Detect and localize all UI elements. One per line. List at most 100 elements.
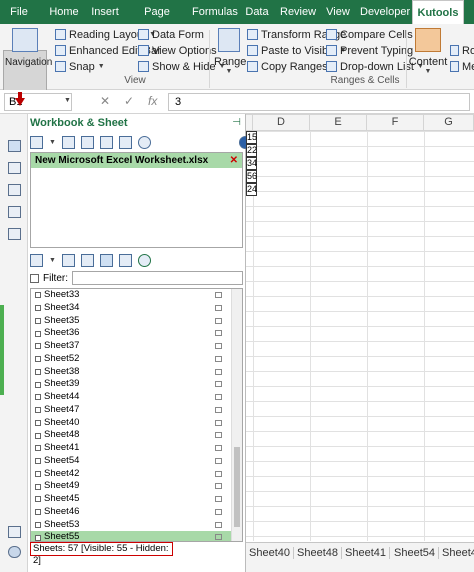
- sort-descending-icon[interactable]: [80, 135, 94, 149]
- sheet-checkbox[interactable]: [35, 445, 41, 452]
- sheet-thumbnail-icon[interactable]: [80, 253, 94, 267]
- sheet-list-item[interactable]: Sheet47: [31, 404, 242, 417]
- sheet-tab[interactable]: Sheet41: [342, 547, 390, 559]
- workbook-item[interactable]: New Microsoft Excel Worksheet.xlsx ✕: [31, 153, 242, 168]
- sheet-list-item[interactable]: Sheet53: [31, 519, 242, 532]
- sheet-checkbox[interactable]: [35, 496, 41, 503]
- column-list-icon[interactable]: [8, 206, 21, 218]
- sheet-checkbox[interactable]: [35, 432, 41, 439]
- column-header-c[interactable]: [246, 114, 253, 131]
- tab-view[interactable]: View: [324, 0, 352, 24]
- chevron-down-icon[interactable]: ▼: [64, 97, 71, 104]
- cell-grid[interactable]: [246, 131, 474, 541]
- tab-kutools[interactable]: Kutools ™: [412, 0, 464, 43]
- sheet-checkbox[interactable]: [35, 394, 41, 401]
- sheet-list-item[interactable]: Sheet48: [31, 429, 242, 442]
- close-icon[interactable]: ✕: [230, 153, 238, 168]
- sheet-list-item[interactable]: Sheet39: [31, 378, 242, 391]
- refresh-icon[interactable]: [137, 253, 151, 267]
- sheet-checkbox[interactable]: [35, 521, 41, 528]
- sheet-list-item[interactable]: Sheet49: [31, 480, 242, 493]
- list-view-icon[interactable]: [30, 253, 43, 267]
- copy-ranges-button[interactable]: Copy Ranges: [247, 59, 328, 74]
- merge-button[interactable]: Me: [450, 59, 474, 74]
- content-button[interactable]: Content ▼: [408, 28, 448, 75]
- sheet-list-item[interactable]: Sheet55: [31, 531, 242, 541]
- sheet-list-item[interactable]: Sheet42: [31, 468, 242, 481]
- sheet-list-item[interactable]: Sheet40: [31, 417, 242, 430]
- sheet-checkbox[interactable]: [35, 381, 41, 388]
- name-manager-icon[interactable]: [8, 184, 21, 196]
- sheet-checkbox[interactable]: [35, 343, 41, 350]
- sheet-checkbox[interactable]: [35, 407, 41, 414]
- sheet-list-item[interactable]: Sheet44: [31, 391, 242, 404]
- chevron-down-icon[interactable]: ▼: [49, 139, 56, 146]
- sheet-list-item[interactable]: Sheet35: [31, 315, 242, 328]
- gear-icon[interactable]: [8, 546, 21, 558]
- cell-c2[interactable]: 22: [246, 144, 257, 157]
- sheet-checkbox[interactable]: [35, 470, 41, 477]
- tab-home[interactable]: Home: [46, 0, 82, 24]
- sheet-list-item[interactable]: Sheet38: [31, 366, 242, 379]
- sheet-list-item[interactable]: Sheet52: [31, 353, 242, 366]
- sheet-checkbox[interactable]: [35, 458, 41, 465]
- range-button[interactable]: Range ▼: [214, 28, 246, 75]
- refresh-icon[interactable]: [137, 135, 151, 149]
- sheet-tab[interactable]: Sheet42: [439, 547, 474, 559]
- sheet-checkbox[interactable]: [35, 292, 41, 299]
- tab-review[interactable]: Review: [280, 0, 316, 24]
- cell-c4[interactable]: 56: [246, 170, 257, 183]
- formula-input[interactable]: 3: [168, 93, 470, 111]
- sheet-list-item[interactable]: Sheet54: [31, 455, 242, 468]
- column-header-f[interactable]: F: [367, 114, 424, 131]
- chevron-down-icon[interactable]: ▼: [49, 257, 56, 264]
- column-header-g[interactable]: G: [424, 114, 474, 131]
- data-form-button[interactable]: Data Form: [138, 27, 204, 42]
- show-hide-button[interactable]: Show & Hide ▼: [138, 59, 226, 74]
- column-header-e[interactable]: E: [310, 114, 367, 131]
- tab-formulas[interactable]: Formulas: [192, 0, 238, 24]
- round-button[interactable]: Ro: [450, 43, 474, 58]
- sort-icon[interactable]: [61, 135, 75, 149]
- close-workbook-icon[interactable]: [99, 135, 113, 149]
- sheet-checkbox[interactable]: [35, 317, 41, 324]
- cell-c5[interactable]: 24: [246, 183, 257, 196]
- rename-icon[interactable]: [118, 253, 132, 267]
- list-view-icon[interactable]: [30, 135, 43, 149]
- sheet-list-item[interactable]: Sheet36: [31, 327, 242, 340]
- sheet-list-item[interactable]: Sheet46: [31, 506, 242, 519]
- enter-icon[interactable]: ✓: [124, 94, 134, 108]
- sheet-tab[interactable]: Sheet48: [294, 547, 342, 559]
- sheet-list-item[interactable]: Sheet45: [31, 493, 242, 506]
- sheet-checkbox[interactable]: [35, 305, 41, 312]
- tab-insert[interactable]: Insert: [88, 0, 122, 24]
- cell-c3[interactable]: 34: [246, 157, 257, 170]
- find-replace-icon[interactable]: [8, 228, 21, 240]
- workbook-sheet-icon[interactable]: [8, 140, 21, 152]
- sheet-list-item[interactable]: Sheet41: [31, 442, 242, 455]
- expand-icon[interactable]: [8, 526, 21, 538]
- tab-data[interactable]: Data: [244, 0, 270, 24]
- sheet-checkbox[interactable]: [35, 368, 41, 375]
- tab-developer[interactable]: Developer: [360, 0, 410, 24]
- cancel-icon[interactable]: ✕: [100, 94, 110, 108]
- sheet-list-item[interactable]: Sheet34: [31, 302, 242, 315]
- tab-file[interactable]: File: [6, 0, 32, 24]
- sheet-list-item[interactable]: Sheet33: [31, 289, 242, 302]
- toggle-hidden-icon[interactable]: [99, 253, 113, 267]
- fx-icon[interactable]: fx: [148, 94, 157, 108]
- filter-input[interactable]: [72, 271, 243, 285]
- autotext-icon[interactable]: [8, 162, 21, 174]
- view-options-button[interactable]: View Options: [138, 43, 217, 58]
- compare-cells-button[interactable]: Compare Cells: [326, 27, 413, 42]
- sheet-checkbox[interactable]: [35, 356, 41, 363]
- sheet-checkbox[interactable]: [35, 483, 41, 490]
- sheet-checkbox[interactable]: [35, 534, 41, 541]
- column-header-d[interactable]: D: [253, 114, 310, 131]
- cell-c1[interactable]: 15: [246, 131, 257, 144]
- sheet-checkbox[interactable]: [35, 419, 41, 426]
- scrollbar[interactable]: [231, 289, 242, 541]
- snap-button[interactable]: Snap ▼: [55, 59, 105, 74]
- scrollbar-thumb[interactable]: [234, 447, 240, 527]
- save-icon[interactable]: [118, 135, 132, 149]
